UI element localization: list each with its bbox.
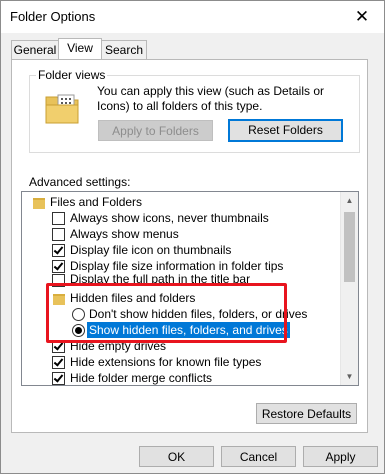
list-item-label: Hide extensions for known file types — [70, 355, 262, 369]
vertical-scrollbar[interactable]: ▲ ▼ — [340, 192, 358, 385]
list-item-label: Always show icons, never thumbnails — [70, 211, 269, 225]
folder-options-dialog: Folder Options ✕ General View Search Fol… — [0, 0, 385, 474]
list-item-always-show-menus[interactable]: Always show menus — [22, 226, 340, 242]
title-bar[interactable]: Folder Options ✕ — [1, 1, 384, 33]
list-item-always-show-icons[interactable]: Always show icons, never thumbnails — [22, 210, 340, 226]
dialog-footer: OK Cancel Apply — [1, 438, 384, 473]
list-item-label: Always show menus — [70, 227, 179, 241]
scroll-down-icon[interactable]: ▼ — [341, 368, 358, 385]
highlight-annotation-box — [46, 283, 287, 343]
advanced-settings-label: Advanced settings: — [29, 175, 131, 189]
checkbox[interactable] — [52, 212, 65, 225]
checkbox-checked[interactable] — [52, 260, 65, 273]
restore-defaults-button[interactable]: Restore Defaults — [256, 403, 357, 424]
list-item-label: Display file size information in folder … — [70, 259, 284, 273]
list-item-display-file-size[interactable]: Display file size information in folder … — [22, 258, 340, 274]
tab-view[interactable]: View — [58, 38, 102, 59]
tab-general[interactable]: General — [11, 40, 59, 59]
list-item-label: Files and Folders — [50, 195, 143, 209]
list-item-hide-extensions[interactable]: Hide extensions for known file types — [22, 354, 340, 370]
checkbox-checked[interactable] — [52, 244, 65, 257]
close-icon[interactable]: ✕ — [340, 1, 384, 33]
apply-button[interactable]: Apply — [303, 446, 378, 467]
cancel-button[interactable]: Cancel — [221, 446, 296, 467]
window-title: Folder Options — [10, 9, 96, 24]
tab-search[interactable]: Search — [101, 40, 147, 59]
checkbox-checked[interactable] — [52, 356, 65, 369]
list-item-hide-merge-conflicts[interactable]: Hide folder merge conflicts — [22, 370, 340, 385]
checkbox[interactable] — [52, 228, 65, 241]
reset-folders-button[interactable]: Reset Folders — [228, 119, 343, 142]
list-item-files-and-folders: Files and Folders — [22, 194, 340, 210]
ok-button[interactable]: OK — [139, 446, 214, 467]
folder-views-description: You can apply this view (such as Details… — [97, 84, 325, 113]
apply-to-folders-button[interactable]: Apply to Folders — [98, 120, 213, 141]
list-item-display-file-icon[interactable]: Display file icon on thumbnails — [22, 242, 340, 258]
folder-view-icon — [45, 94, 79, 124]
folder-views-legend: Folder views — [38, 68, 106, 82]
scroll-up-icon[interactable]: ▲ — [341, 192, 358, 209]
folder-icon — [33, 198, 45, 209]
scroll-thumb[interactable] — [344, 212, 355, 282]
list-item-label: Display file icon on thumbnails — [70, 243, 232, 257]
list-item-label: Hide folder merge conflicts — [70, 371, 213, 385]
checkbox-checked[interactable] — [52, 372, 65, 385]
